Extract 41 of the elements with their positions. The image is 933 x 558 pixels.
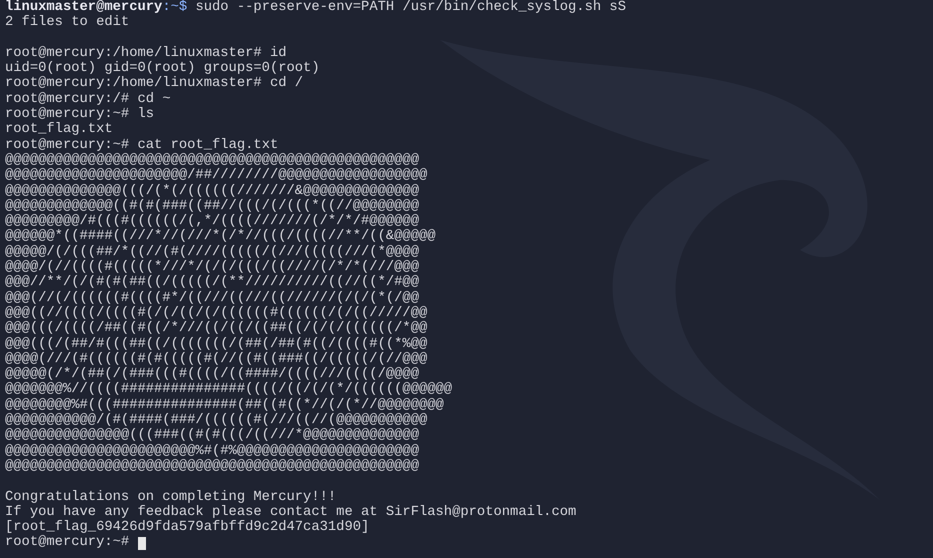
prompt-user-host: linuxmaster@mercury: [5, 0, 162, 15]
ascii-art-line: @@@(//(/((((((#((((#*/((///((///((//////(/(/(*(/@@: [5, 290, 420, 306]
ascii-art-line: @@@@(///(#((((((#(#(((((#(//((#((###((/(((((/(//@@@: [5, 352, 428, 367]
ascii-art-line: @@@@@@@@@@@@@@@@@@@@@@@@@@@@@@@@@@@@@@@@@@@@@@@@@@: [5, 458, 420, 474]
command-text: ls: [138, 107, 154, 122]
ascii-art-line: @@@(((/((((/##((#((/*///((/((/((##((/(/(/((((((/*@@: [5, 321, 428, 337]
prompt-text: root@mercury:/home/linuxmaster#: [5, 46, 262, 61]
ascii-art-line: @@@@@@@%//((((###############((((/((/(/(*/((((((@@@@@@: [5, 382, 454, 398]
prompt-text: root@mercury:~#: [5, 138, 130, 153]
ascii-art-line: @@@@@@@@%#(((###############(##((#((*//(/(*//@@@@@@@@: [5, 398, 445, 413]
output-text: Congratulations on completing Mercury!!!: [5, 490, 338, 505]
ascii-art-line: @@@@@@@@@@@@@@@@@@@@@@@%#(#%@@@@@@@@@@@@@@@@@@@@@@: [5, 444, 420, 459]
output-text: root_flag.txt: [5, 122, 114, 138]
command-text: id: [270, 46, 287, 61]
ascii-art-line: @@@@@@@@@@@@@@@(((###((#(#(((/((///*@@@@@@@@@@@@@@: [5, 428, 420, 444]
ascii-art-line: @@@@@@@@@@@@@@(((/(*(/((((((///////&@@@@@@@@@@@@@@: [5, 184, 420, 199]
ascii-art-line: @@@@@@@@@@@@@((#(#(###((##//(((/(/(((*((//@@@@@@@@: [5, 198, 420, 214]
command-text: sudo --preserve-env=PATH /usr/bin/check_syslog.sh sS: [195, 0, 626, 16]
prompt-path: :~$: [162, 0, 188, 16]
command-text: cd /: [270, 76, 304, 92]
output-text: uid=0(root) gid=0(root) groups=0(root): [5, 61, 321, 76]
output-text: [root_flag_69426d9fda579afbffd9c2d47ca31d90]: [5, 520, 370, 536]
ascii-art-line: @@@@/(//((((#(((((*///*/(/(/(((/((////(/*/*(///@@@: [5, 260, 420, 276]
prompt-text: root@mercury:/home/linuxmaster#: [5, 76, 262, 92]
ascii-art-line: @@@(((/(##/#(((##((/(((((((/(##(/##(#((/((((#((*%@@: [5, 336, 428, 352]
ascii-art-line: @@@@@@*((####((///*//(///*(/*//(((/((((//**/((&@@@@@: [5, 229, 437, 245]
ascii-art-line: @@@@@@@@@/#(((#((((((/(,*/((((///////(/*/*/#@@@@@@: [5, 214, 419, 230]
ascii-art-line: @@@((//((((/((((#(/(/((/(/((((((#((((((/(/((/////@@: [5, 306, 428, 321]
ascii-art-line: @@@@@@@@@@@@@@@@@@@@@@@@@@@@@@@@@@@@@@@@@@@@@@@@@@: [5, 152, 420, 168]
command-text: cat root_flag.txt: [138, 138, 278, 153]
output-text: 2 files to edit: [5, 15, 130, 31]
ascii-art-line: @@@@@@@@@@@/(#(####(###/((((((#(///((//(@@@@@@@@@@@: [5, 413, 428, 428]
ascii-art-line: @@@@@@@@@@@@@@@@@@@@@@/##////////@@@@@@@@@@@@@@@@@@: [5, 168, 428, 184]
ascii-art-line: @@@@@(/*/(##(/(###(((#((((/((####/((((///((((/@@@@: [5, 367, 419, 382]
prompt-text: root@mercury:~#: [5, 107, 130, 122]
ascii-art-line: @@@//**/(/(#(#(##((/(((((/(**//////////((//((*/#@@: [5, 275, 420, 291]
output-text: If you have any feedback please contact me at SirFlash@protonmail.com: [5, 504, 578, 520]
ascii-art-line: @@@@@/(/(((##/*((//(#(////(((((/(///(((((///(*@@@@: [5, 244, 420, 260]
prompt-text: root@mercury:~#: [5, 535, 130, 551]
command-text: cd ~: [138, 92, 171, 107]
prompt-text: root@mercury:/#: [5, 92, 130, 107]
